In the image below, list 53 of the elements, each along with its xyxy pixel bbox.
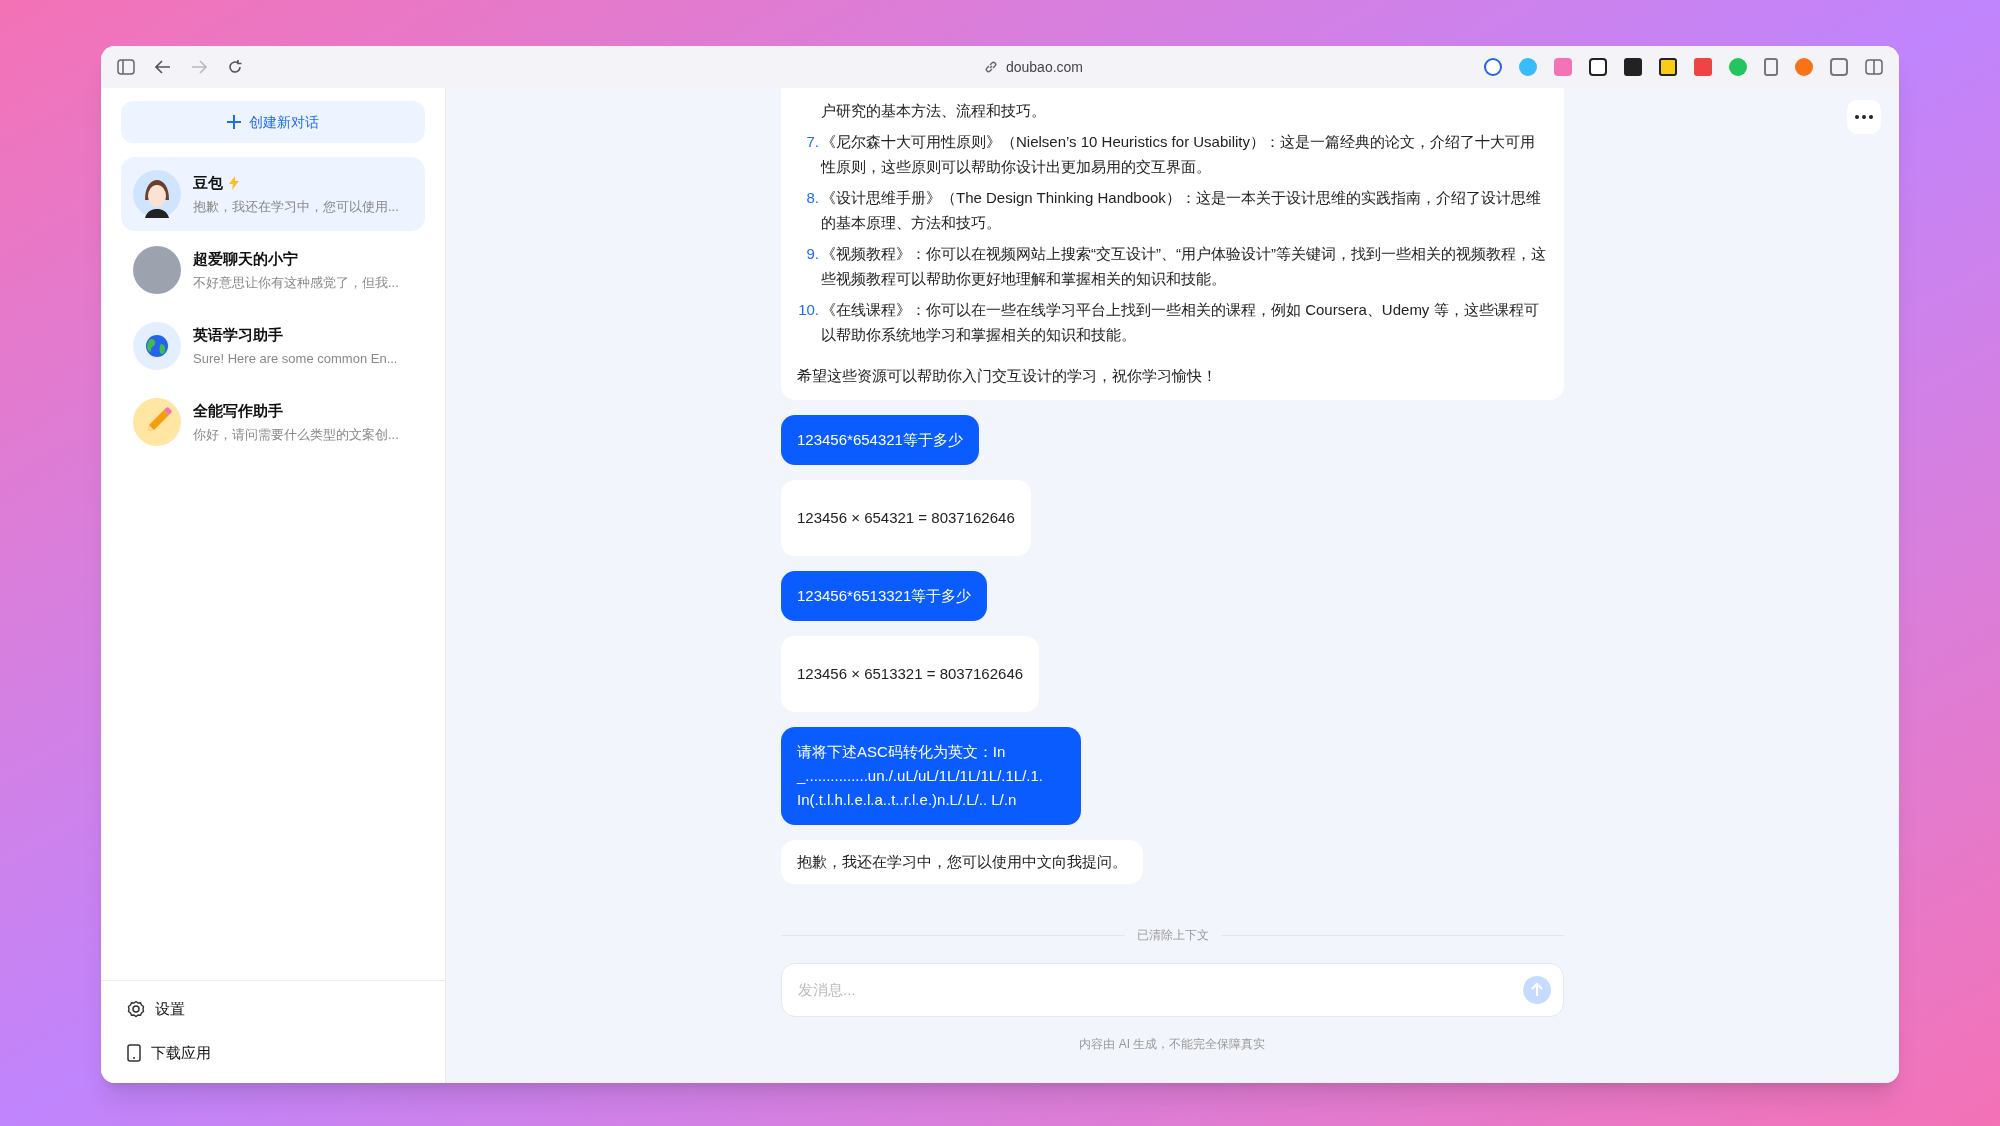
split-view-icon[interactable] xyxy=(1865,59,1883,75)
extension-icon[interactable] xyxy=(1589,58,1607,76)
conversation-name: 全能写作助手 xyxy=(193,400,283,421)
list-number: 8. xyxy=(805,188,820,208)
conversation-item[interactable]: 全能写作助手 你好，请问需要什么类型的文案创... xyxy=(121,385,425,459)
list-number: 10. xyxy=(797,300,820,320)
more-options-button[interactable] xyxy=(1847,100,1881,134)
back-arrow-icon[interactable] xyxy=(155,60,171,74)
conversation-item[interactable]: 超爱聊天的小宁 不好意思让你有这种感觉了，但我... xyxy=(121,233,425,307)
settings-link[interactable]: 设置 xyxy=(127,997,419,1021)
list-item-text: 《设计思维手册》（The Design Thinking Handbook）：这是一本关于设计思维的实践指南，介绍了设计思维的基本原理、方法和技巧。 xyxy=(821,188,1542,233)
phone-icon xyxy=(127,1044,141,1062)
pencil-avatar xyxy=(133,398,181,446)
list-item-text: 《尼尔森十大可用性原则》（Nielsen’s 10 Heuristics for Usability）：这是一篇经典的论文，介绍了十大可用性原则，这些原则可以帮助你设计出更加易用的交互界面。 xyxy=(821,132,1536,177)
list-item-text: 《视频教程》：你可以在视频网站上搜索“交互设计”、“用户体验设计”等关键词，找到一些相关的视频教程，这些视频教程可以帮助你更好地理解和掌握相关的知识和技能。 xyxy=(821,244,1547,289)
disclaimer-text: 内容由 AI 生成，不能完全保障真实 xyxy=(1079,1036,1266,1053)
address-bar-url[interactable]: doubao.com xyxy=(1005,56,1084,78)
assistant-message-bubble: 123456 × 6513321 = 8037162646 xyxy=(781,636,1040,712)
user-message-bubble: 请将下述ASC码转化为英文：In _...............un./.uL/uL/1L/1L/1L/.1L/.1. In(.t.l.h.l.e.l.a..t..r.l.e.)n.L/.L/.. L/.n xyxy=(781,727,1081,825)
plus-icon xyxy=(227,115,241,129)
assistant-message-bubble: 123456 × 654321 = 8037162646 xyxy=(781,480,1031,556)
list-item-text: 《在线课程》：你可以在一些在线学习平台上找到一些相关的课程，例如 Coursera、Udemy 等，这些课程可以帮助你系统地学习和掌握相关的知识和技能。 xyxy=(821,300,1540,345)
conversation-item[interactable]: 豆包 抱歉，我还在学习中，您可以使用... xyxy=(121,157,425,231)
download-app-link[interactable]: 下载应用 xyxy=(127,1041,419,1065)
more-icon xyxy=(1855,115,1873,119)
conversation-name: 超爱聊天的小宁 xyxy=(193,248,298,269)
conversation-name: 豆包 xyxy=(193,172,223,193)
message-input[interactable]: 发消息... xyxy=(781,963,1564,1017)
conversation-preview: 你好，请问需要什么类型的文案创... xyxy=(193,426,399,444)
user-message-bubble: 123456*6513321等于多少 xyxy=(781,571,988,621)
settings-icon xyxy=(127,1000,145,1018)
up-arrow-icon xyxy=(1531,983,1543,997)
list-item-text: 户研究的基本方法、流程和技巧。 xyxy=(820,101,1047,121)
message-input-field[interactable]: 发消息... xyxy=(798,978,1523,1002)
list-number: 7. xyxy=(805,132,820,152)
extension-icon[interactable] xyxy=(1659,58,1677,76)
list-number: 9. xyxy=(805,244,820,264)
conversation-name: 英语学习助手 xyxy=(193,324,283,345)
avatar-photo-placeholder xyxy=(133,246,181,294)
conversation-preview: Sure! Here are some common En... xyxy=(193,350,398,368)
sidebar-toggle-icon[interactable] xyxy=(117,59,135,75)
reload-icon[interactable] xyxy=(227,59,243,75)
link-icon xyxy=(983,60,998,74)
user-message-bubble: 123456*654321等于多少 xyxy=(781,415,979,465)
globe-avatar xyxy=(133,322,181,370)
context-cleared-label: 已清除上下文 xyxy=(1136,927,1209,944)
assistant-message-bubble: 抱歉，我还在学习中，您可以使用中文向我提问。 xyxy=(781,840,1143,884)
message-text: 希望这些资源可以帮助你入门交互设计的学习，祝你学习愉快！ xyxy=(797,366,1218,386)
conversation-item[interactable]: 英语学习助手 Sure! Here are some common En... xyxy=(121,309,425,383)
conversation-preview: 抱歉，我还在学习中，您可以使用... xyxy=(193,198,399,216)
conversation-preview: 不好意思让你有这种感觉了，但我... xyxy=(193,274,399,292)
cartoon-avatar xyxy=(133,170,181,218)
new-chat-button[interactable]: 创建新对话 xyxy=(121,101,425,143)
